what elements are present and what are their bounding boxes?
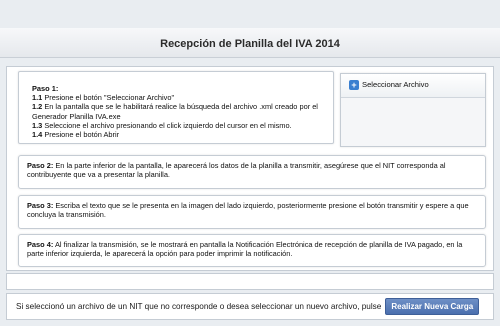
step-1-item-text: Seleccione el archivo presionando el cli… — [42, 120, 292, 130]
step-1-item-text: Presione el botón Abrir — [42, 130, 120, 140]
step-3-box: Paso 3: Escriba el texto que se le prese… — [18, 195, 486, 229]
step-1-item: 1.4 Presione el botón Abrir — [32, 130, 333, 139]
footer-bar: Si seleccionó un archivo de un NIT que n… — [6, 293, 494, 320]
step-2-label: Paso 2: — [27, 161, 54, 170]
page-title-bar: Recepción de Planilla del IVA 2014 — [0, 28, 500, 58]
step-4-box: Paso 4: Al finalizar la transmisión, se … — [18, 234, 486, 267]
footer-message: Si seleccionó un archivo de un NIT que n… — [16, 302, 382, 311]
step-1-box: Paso 1: 1.1 Presione el botón "Seleccion… — [18, 71, 334, 144]
step-4-label: Paso 4: — [27, 240, 54, 249]
instructions-panel: Paso 1: 1.1 Presione el botón "Seleccion… — [6, 66, 494, 271]
step-1-title: Paso 1: — [32, 84, 59, 93]
step-2-box: Paso 2: En la parte inferior de la panta… — [18, 155, 486, 189]
step-1-item-text: Presione el botón "Seleccionar Archivo" — [42, 93, 175, 103]
step-1-item: 1.3 Seleccione el archivo presionando el… — [32, 121, 333, 130]
step-3-label: Paso 3: — [27, 201, 54, 210]
step-1-item-number: 1.3 — [32, 120, 43, 130]
step-1-item-number: 1.4 — [32, 130, 43, 140]
step-1-item-text: En la pantalla que se le habilitará real… — [32, 102, 318, 121]
page-title: Recepción de Planilla del IVA 2014 — [160, 38, 340, 50]
plus-icon: + — [349, 80, 359, 90]
select-file-label: Seleccionar Archivo — [362, 80, 429, 90]
step-1-item: 1.1 Presione el botón "Seleccionar Archi… — [32, 93, 333, 102]
new-upload-button[interactable]: Realizar Nueva Carga — [385, 298, 480, 315]
step-1-item: 1.2 En la pantalla que se le habilitará … — [32, 102, 333, 120]
select-file-button[interactable]: + Seleccionar Archivo — [349, 80, 429, 90]
step-4-text: Al finalizar la transmisión, se le mostr… — [27, 240, 463, 259]
step-1-item-number: 1.1 — [32, 93, 43, 103]
step-2-text: En la parte inferior de la pantalla, le … — [27, 161, 446, 180]
step-3-text: Escriba el texto que se le presenta en l… — [27, 201, 469, 220]
file-upload-panel: + Seleccionar Archivo — [340, 73, 486, 147]
step-1-item-number: 1.2 — [32, 102, 43, 112]
result-area — [6, 273, 494, 290]
upload-toolbar: + Seleccionar Archivo — [341, 74, 485, 98]
